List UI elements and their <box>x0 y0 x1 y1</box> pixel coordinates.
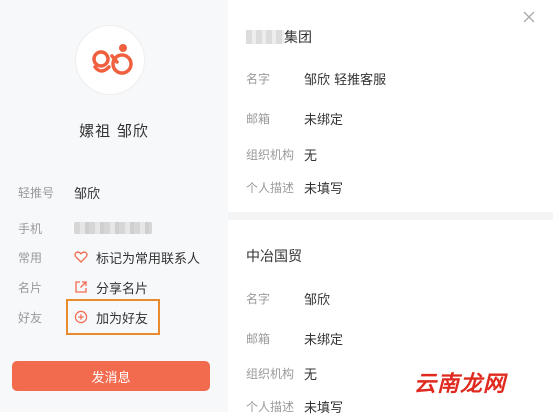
detail-value: 未填写 <box>304 400 344 416</box>
org-title-suffix: 集团 <box>284 30 312 46</box>
detail-label: 名字 <box>246 291 271 306</box>
org-panel: 集团 名字 邹欣 轻推客服 邮箱 未绑定 组织机构 无 个人描述 未填写 中冶国… <box>228 0 553 416</box>
watermark-logo: 云南龙网 <box>414 372 507 397</box>
info-row-phone: 手机 <box>18 218 152 238</box>
detail-value: 无 <box>304 367 318 383</box>
detail-row-org: 组织机构 无 <box>246 144 317 164</box>
detail-row-org: 组织机构 无 <box>246 363 317 383</box>
info-row-card: 名片 分享名片 <box>18 277 148 297</box>
avatar <box>76 26 144 94</box>
info-row-account: 轻推号 邹欣 <box>18 182 100 202</box>
highlight-box <box>66 299 160 335</box>
profile-panel: 嫘祖 邹欣 轻推号 邹欣 手机 常用 标记为常用联系人 名片 分享名片 好友 加… <box>0 0 228 412</box>
detail-label: 组织机构 <box>246 366 295 381</box>
detail-label: 名字 <box>246 71 271 86</box>
detail-value: 邹欣 轻推客服 <box>304 72 387 88</box>
org-title: 集团 <box>246 27 312 47</box>
detail-value: 未填写 <box>304 181 344 197</box>
info-label: 手机 <box>18 221 43 236</box>
info-row-frequent: 常用 标记为常用联系人 <box>18 247 200 267</box>
info-label: 名片 <box>18 280 43 295</box>
detail-row-description: 个人描述 未填写 <box>246 177 343 197</box>
detail-row-email: 邮箱 未绑定 <box>246 108 343 128</box>
detail-label: 邮箱 <box>246 331 271 346</box>
detail-label: 个人描述 <box>246 180 295 195</box>
org-name-redacted <box>246 30 284 44</box>
info-label: 常用 <box>18 250 43 265</box>
heart-outline-icon <box>74 251 88 263</box>
account-value: 邹欣 <box>74 186 101 202</box>
send-message-button[interactable]: 发消息 <box>12 361 210 391</box>
mark-frequent-contact[interactable]: 标记为常用联系人 <box>74 248 200 267</box>
info-label: 轻推号 <box>18 185 55 200</box>
frequent-label: 标记为常用联系人 <box>96 251 201 267</box>
detail-row-email: 邮箱 未绑定 <box>246 328 343 348</box>
profile-name: 嫘祖 邹欣 <box>79 122 149 140</box>
detail-row-name: 名字 邹欣 <box>246 288 330 308</box>
detail-value: 未绑定 <box>304 112 344 128</box>
org-title: 中冶国贸 <box>246 246 302 266</box>
detail-value: 无 <box>304 148 318 164</box>
share-icon <box>75 281 87 293</box>
org-title-text: 中冶国贸 <box>246 249 302 265</box>
qingtui-logo-icon <box>92 44 133 75</box>
close-icon[interactable] <box>522 10 536 24</box>
section-divider <box>228 212 553 220</box>
phone-redacted <box>74 222 152 234</box>
detail-row-description: 个人描述 未填写 <box>246 396 343 416</box>
detail-label: 邮箱 <box>246 111 271 126</box>
share-card[interactable]: 分享名片 <box>74 278 148 297</box>
detail-label: 组织机构 <box>246 147 295 162</box>
detail-value: 邹欣 <box>304 292 331 308</box>
card-label: 分享名片 <box>96 281 149 297</box>
detail-row-name: 名字 邹欣 轻推客服 <box>246 68 386 88</box>
detail-value: 未绑定 <box>304 332 344 348</box>
